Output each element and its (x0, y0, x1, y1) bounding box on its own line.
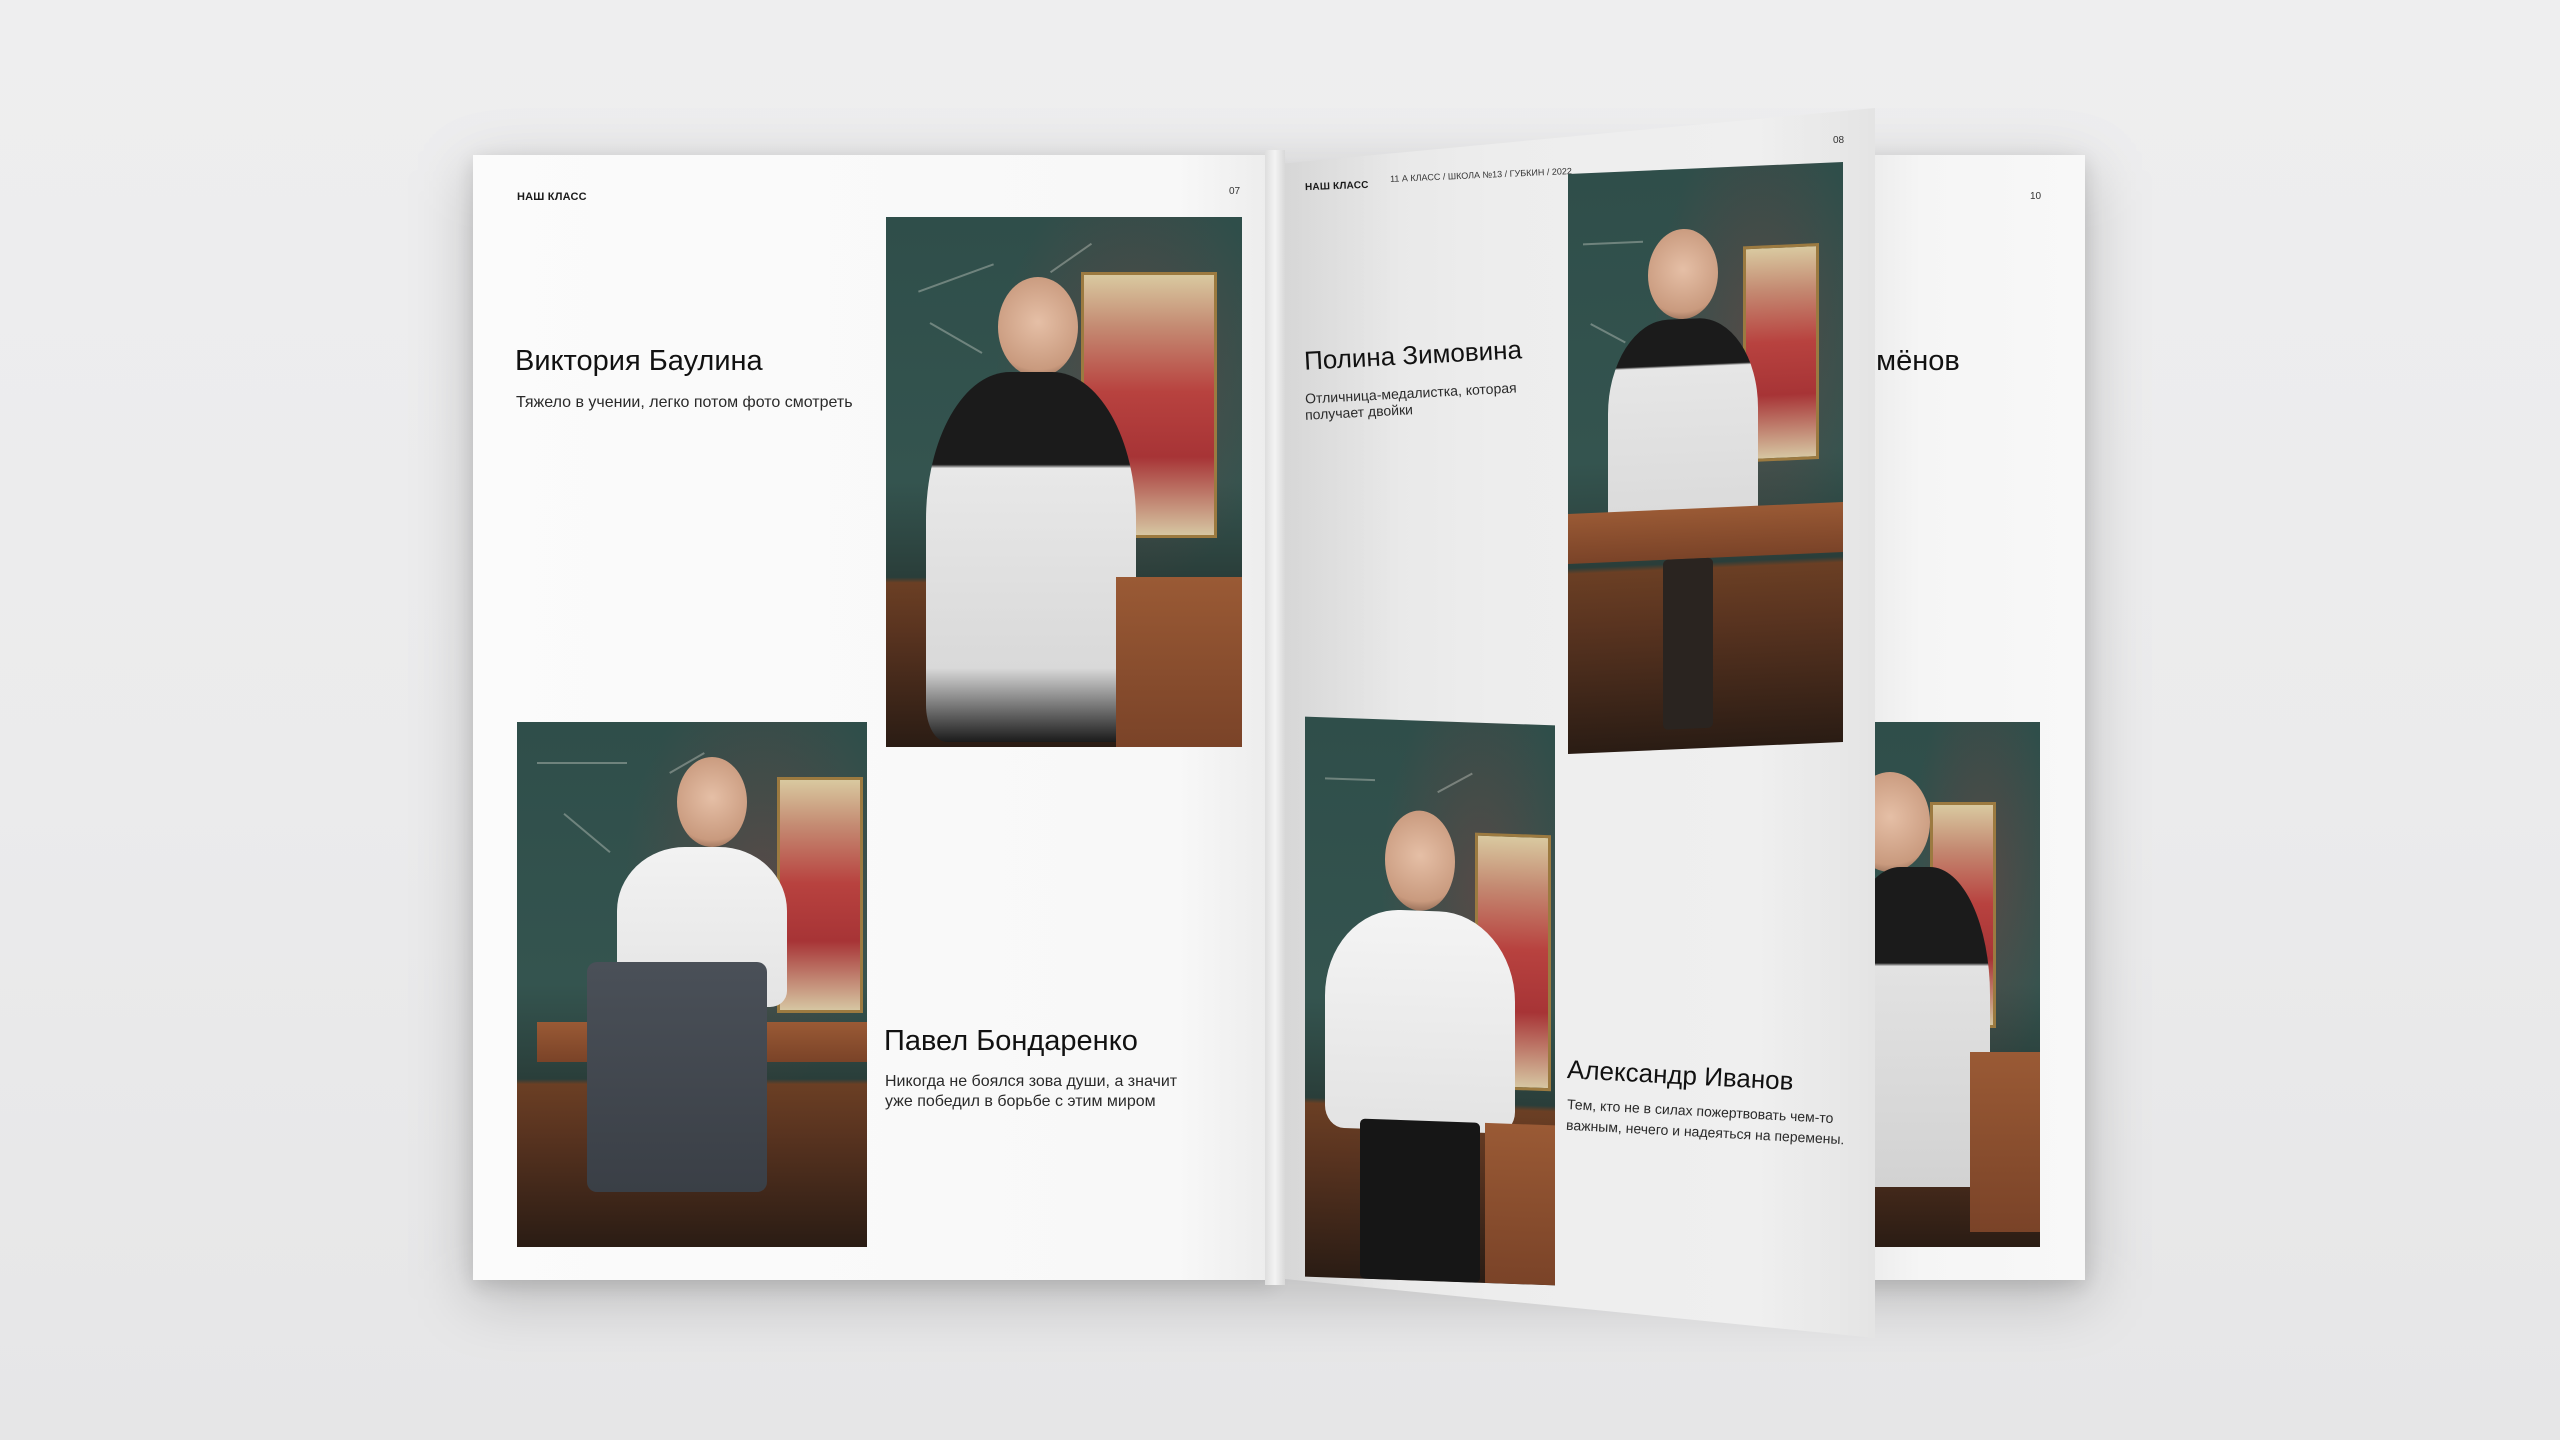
student-name-1: Виктория Баулина (515, 345, 763, 377)
student-photo-2 (517, 722, 867, 1247)
right-page-number: 10 (2030, 191, 2042, 202)
book-gutter (1265, 150, 1285, 1285)
student-photo-partial (1850, 722, 2040, 1247)
student-photo-3 (1568, 161, 1843, 755)
student-name-2: Павел Бондаренко (884, 1025, 1138, 1057)
right-page: 10 емёнов (1850, 155, 2085, 1280)
student-photo-1 (886, 217, 1242, 747)
left-page-header: НАШ КЛАСС (517, 191, 587, 203)
student-photo-4 (1305, 716, 1555, 1286)
student-quote-2-line-1: Никогда не боялся зова души, а значит (885, 1073, 1178, 1090)
flipping-page: НАШ КЛАСС 11 А КЛАСС / ШКОЛА №13 / ГУБКИ… (1285, 108, 1875, 1338)
left-page-number: 07 (1229, 186, 1241, 197)
left-page: НАШ КЛАСС 07 Виктория Баулина Тяжело в у… (473, 155, 1273, 1280)
student-quote-1: Тяжело в учении, легко потом фото смотре… (516, 394, 853, 411)
flip-page-header: НАШ КЛАСС (1304, 179, 1369, 194)
student-quote-2-line-2: уже победил в борьбе с этим миром (885, 1093, 1156, 1110)
flip-page-number: 08 (1833, 135, 1845, 146)
photobook-scene: НАШ КЛАСС 07 Виктория Баулина Тяжело в у… (0, 0, 2560, 1440)
